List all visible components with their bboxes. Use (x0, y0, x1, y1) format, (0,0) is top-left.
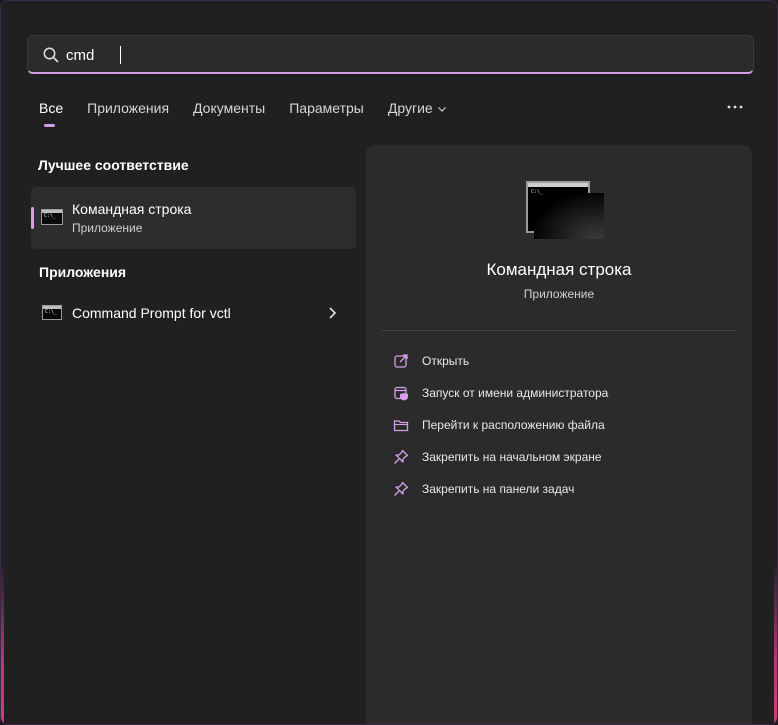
best-match-result[interactable]: C:\_ Командная строка Приложение (31, 187, 356, 249)
tab-settings-label: Параметры (289, 100, 364, 116)
filter-tabs: Все Приложения Документы Параметры Други… (39, 100, 471, 127)
action-open-file-location[interactable]: Перейти к расположению файла (392, 414, 605, 436)
right-edge-glow (774, 561, 777, 724)
folder-icon (393, 420, 409, 432)
chevron-down-icon (437, 107, 446, 113)
detail-subtitle: Приложение (523, 287, 595, 301)
tab-apps[interactable]: Приложения (87, 100, 169, 122)
action-pin-to-start-label: Закрепить на начальном экране (422, 450, 602, 464)
apps-heading: Приложения (39, 264, 127, 280)
command-prompt-large-icon: C:\_ (526, 181, 604, 239)
ellipsis-icon (727, 105, 743, 109)
tab-all[interactable]: Все (39, 100, 64, 127)
detail-title: Командная строка (486, 260, 632, 279)
tab-documents-label: Документы (193, 100, 266, 116)
tab-other-label: Другие (387, 100, 433, 116)
app-result-item[interactable]: C:\_ Command Prompt for vctl (31, 295, 356, 331)
tab-other[interactable]: Другие (388, 100, 447, 122)
more-options-button[interactable] (723, 97, 747, 117)
tab-documents[interactable]: Документы (193, 100, 265, 122)
action-pin-to-taskbar[interactable]: Закрепить на панели задач (392, 478, 574, 500)
run-as-admin-icon (394, 386, 408, 401)
best-match-heading: Лучшее соответствие (38, 157, 189, 173)
app-result-label: Command Prompt for vctl (72, 305, 231, 321)
divider (382, 330, 736, 331)
best-match-title: Командная строка (72, 201, 192, 217)
action-pin-to-start[interactable]: Закрепить на начальном экране (392, 446, 602, 468)
command-prompt-icon: C:\_ (42, 305, 62, 320)
search-icon (43, 47, 59, 63)
tab-all-label: Все (39, 100, 64, 116)
pin-icon (394, 449, 409, 464)
search-window: Все Приложения Документы Параметры Други… (0, 0, 778, 725)
best-match-subtitle: Приложение (72, 221, 143, 235)
open-external-icon (394, 354, 408, 368)
action-open[interactable]: Открыть (392, 350, 469, 372)
search-box[interactable] (27, 35, 754, 74)
action-pin-to-taskbar-label: Закрепить на панели задач (422, 482, 575, 496)
detail-panel: C:\_ Командная строка Приложение Открыть… (366, 145, 752, 724)
action-run-as-admin-label: Запуск от имени администратора (422, 386, 609, 400)
tab-settings[interactable]: Параметры (289, 100, 364, 122)
selection-indicator (31, 207, 34, 229)
text-caret (120, 46, 121, 64)
tab-apps-label: Приложения (87, 100, 170, 116)
command-prompt-icon: C:\_ (41, 209, 63, 225)
action-run-as-admin[interactable]: Запуск от имени администратора (392, 382, 608, 404)
left-edge-glow (1, 561, 4, 724)
action-open-file-location-label: Перейти к расположению файла (422, 418, 605, 432)
action-open-label: Открыть (422, 354, 470, 368)
search-input[interactable] (66, 42, 706, 68)
pin-icon (394, 481, 409, 496)
chevron-right-icon[interactable] (327, 306, 337, 320)
